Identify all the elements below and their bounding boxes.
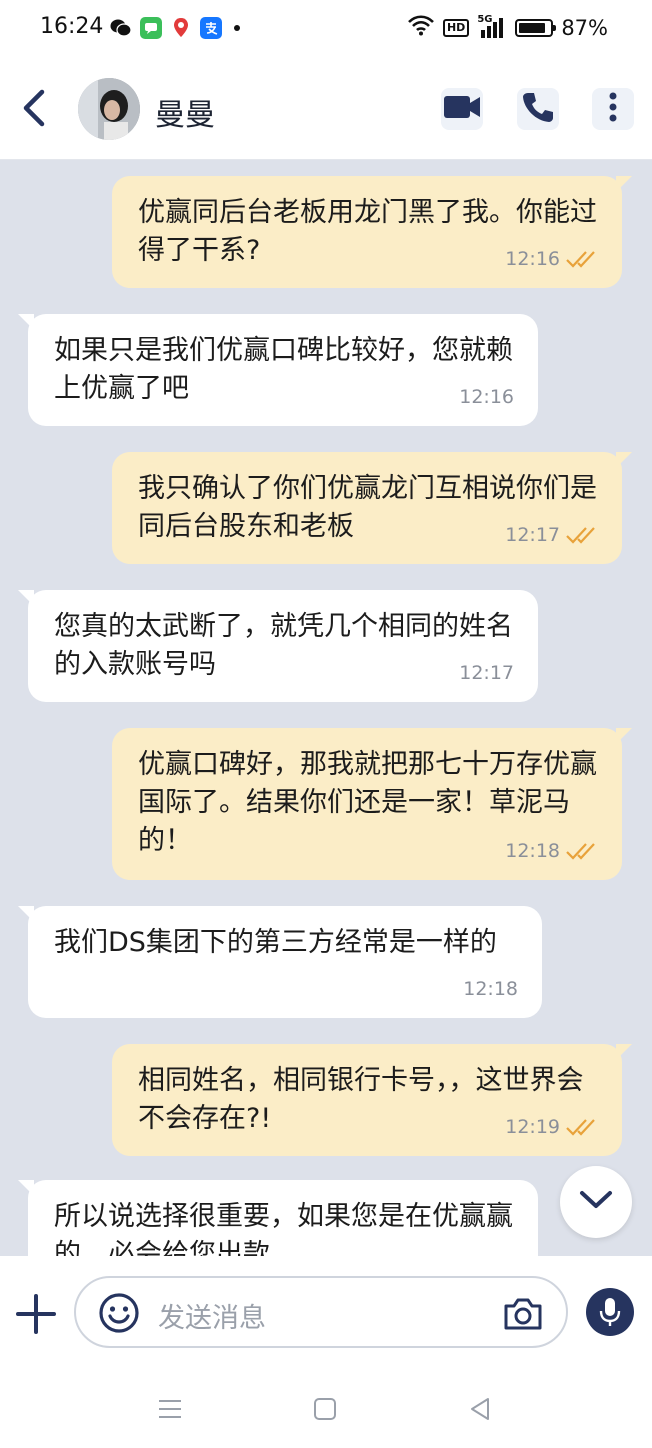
- menu-nav-button[interactable]: [155, 1394, 185, 1424]
- voice-message-button[interactable]: [586, 1288, 634, 1336]
- chevron-down-icon: [579, 1190, 613, 1214]
- more-options-icon: [608, 91, 618, 127]
- cellular-signal-icon: 5G: [477, 14, 507, 40]
- message-bubble-outgoing[interactable]: 我只确认了你们优赢龙门互相说你们是同后台股东和老板 12:17: [112, 452, 632, 564]
- back-button[interactable]: [14, 82, 54, 134]
- message-meta: 12:16: [505, 240, 598, 278]
- message-time: 12:18: [505, 840, 560, 862]
- message-text: 所以说选择很重要，如果您是在优赢赢的，必会给您出款: [54, 1201, 513, 1256]
- microphone-icon: [599, 1298, 621, 1326]
- message-bubble-incoming[interactable]: 如果只是我们优赢口碑比较好，您就赖上优赢了吧 12:16: [18, 314, 538, 426]
- message-time: 12:17: [505, 524, 560, 546]
- home-square-icon: [314, 1398, 336, 1420]
- home-nav-button[interactable]: [310, 1394, 340, 1424]
- read-receipt-icon: [566, 527, 595, 544]
- system-navigation-bar: [0, 1368, 652, 1448]
- message-bubble-outgoing[interactable]: 优赢同后台老板用龙门黑了我。你能过得了干系? 12:16: [112, 176, 632, 288]
- wechat-icon: [110, 17, 132, 39]
- message-input-placeholder: 发送消息: [158, 1303, 266, 1334]
- message-bubble-incoming[interactable]: 我们DS集团下的第三方经常是一样的 12:18: [18, 906, 542, 1018]
- read-receipt-icon: [566, 843, 595, 860]
- camera-button[interactable]: [502, 1294, 544, 1334]
- message-input[interactable]: 发送消息: [74, 1276, 568, 1348]
- read-receipt-icon: [566, 251, 595, 268]
- attach-button[interactable]: [14, 1292, 58, 1336]
- more-options-button[interactable]: [592, 88, 634, 130]
- composer: 发送消息: [0, 1256, 652, 1368]
- message-meta: 12:18: [463, 970, 518, 1008]
- message-time: 12:16: [505, 248, 560, 270]
- video-call-icon: [443, 94, 481, 124]
- phone-icon: [521, 90, 555, 128]
- message-meta: 12:19: [505, 1108, 598, 1146]
- message-time: 12:17: [459, 662, 514, 684]
- contact-name[interactable]: 曼曼: [155, 90, 215, 134]
- message-meta: 12:16: [459, 378, 514, 416]
- message-text: 您真的太武断了，就凭几个相同的姓名的入款账号吗: [54, 611, 513, 680]
- message-text: 我们DS集团下的第三方经常是一样的: [54, 927, 497, 958]
- battery-icon: [515, 18, 557, 37]
- read-receipt-icon: [566, 1119, 595, 1136]
- hd-badge: HD: [442, 18, 470, 37]
- system-indicators: HD 5G 87%: [407, 14, 608, 41]
- notification-icons: [110, 17, 240, 39]
- battery-percent: 87%: [561, 15, 608, 40]
- message-time: 12:16: [459, 386, 514, 408]
- camera-icon: [504, 1298, 542, 1330]
- message-bubble-incoming[interactable]: 所以说选择很重要，如果您是在优赢赢的，必会给您出款: [18, 1180, 538, 1256]
- plus-icon: [16, 1294, 56, 1334]
- wifi-icon: [407, 14, 435, 41]
- message-list[interactable]: 优赢同后台老板用龙门黑了我。你能过得了干系? 12:16 如果只是我们优赢口碑比…: [0, 160, 652, 1256]
- video-call-button[interactable]: [441, 88, 483, 130]
- emoji-button[interactable]: [98, 1292, 140, 1334]
- message-meta: 12:17: [459, 654, 514, 692]
- messages-icon: [140, 17, 162, 39]
- message-meta: 12:18: [505, 832, 598, 870]
- emoji-icon: [99, 1293, 139, 1333]
- menu-icon: [159, 1400, 181, 1418]
- alipay-icon: [200, 17, 222, 39]
- message-bubble-outgoing[interactable]: 优赢口碑好，那我就把那七十万存优赢国际了。结果你们还是一家！草泥马的！ 12:1…: [112, 728, 632, 880]
- message-meta: 12:17: [505, 516, 598, 554]
- maps-icon: [170, 17, 192, 39]
- message-bubble-outgoing[interactable]: 相同姓名，相同银行卡号，，这世界会不会存在?! 12:19: [112, 1044, 632, 1156]
- avatar[interactable]: [78, 78, 140, 140]
- more-notifications-dot: [234, 25, 240, 31]
- status-time: 16:24: [40, 14, 104, 39]
- chat-header: 曼曼: [0, 58, 652, 160]
- battery-level: [519, 22, 546, 33]
- message-bubble-incoming[interactable]: 您真的太武断了，就凭几个相同的姓名的入款账号吗 12:17: [18, 590, 538, 702]
- back-nav-button[interactable]: [466, 1394, 496, 1424]
- message-text: 如果只是我们优赢口碑比较好，您就赖上优赢了吧: [54, 335, 513, 404]
- message-time: 12:18: [463, 978, 518, 1000]
- back-triangle-icon: [471, 1398, 489, 1420]
- scroll-to-bottom-button[interactable]: [560, 1166, 632, 1238]
- message-time: 12:19: [505, 1116, 560, 1138]
- status-bar: 16:24 HD 5G 87%: [0, 0, 652, 58]
- voice-call-button[interactable]: [517, 88, 559, 130]
